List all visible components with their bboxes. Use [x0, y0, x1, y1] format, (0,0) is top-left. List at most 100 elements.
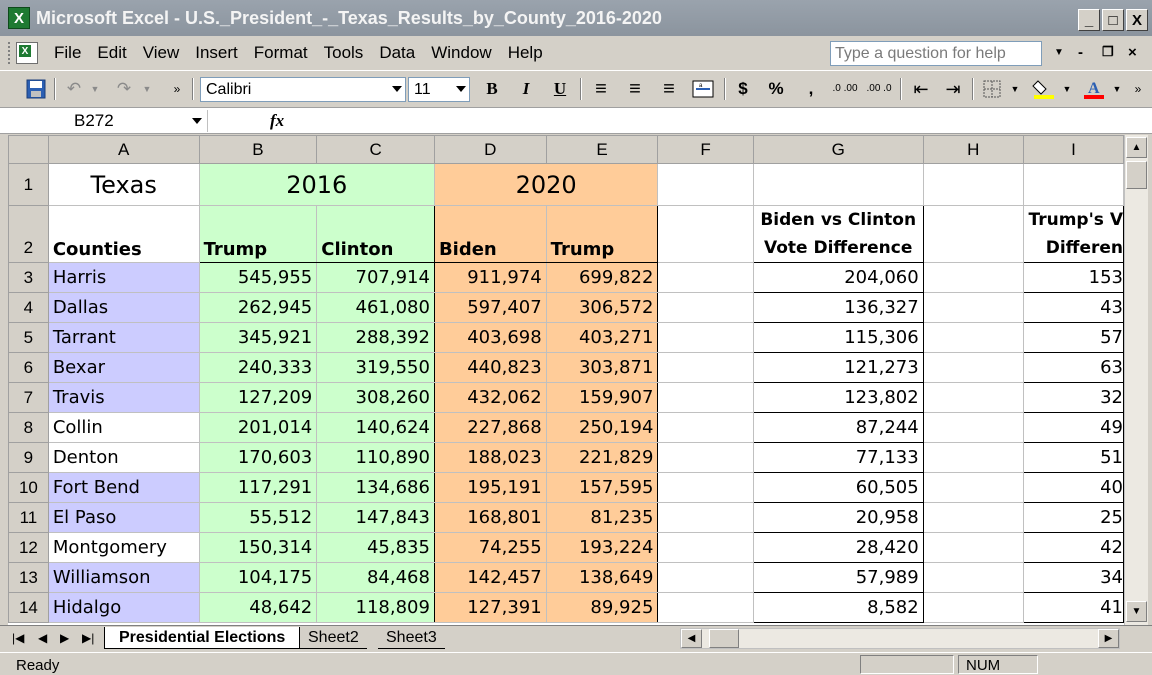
biden-clinton-diff-cell[interactable]: 28,420 [752, 532, 924, 563]
minimize-button[interactable]: _ [1078, 9, 1100, 31]
scroll-right-icon[interactable]: ▶ [1098, 629, 1119, 648]
biden-2020-cell[interactable]: 432,062 [433, 382, 547, 413]
row-header[interactable]: 11 [8, 502, 49, 533]
menu-window[interactable]: Window [431, 43, 491, 63]
county-cell[interactable]: Tarrant [47, 322, 200, 353]
county-cell[interactable]: Collin [47, 412, 200, 443]
document-icon[interactable] [16, 42, 38, 64]
empty-cell[interactable] [922, 352, 1024, 383]
menu-file[interactable]: File [54, 43, 81, 63]
biden-2020-cell[interactable]: 911,974 [433, 262, 547, 293]
trump-2016-cell[interactable]: 345,921 [198, 322, 318, 353]
county-cell[interactable]: Williamson [47, 562, 200, 593]
empty-cell[interactable] [657, 262, 754, 293]
font-color-dropdown-icon[interactable]: ▼ [1110, 77, 1124, 101]
column-header-g[interactable]: G [752, 135, 924, 164]
clinton-2016-cell[interactable]: 134,686 [316, 472, 435, 503]
font-name-select[interactable]: Calibri [200, 77, 406, 102]
empty-cell[interactable] [657, 352, 754, 383]
trump-2020-cell[interactable]: 306,572 [545, 292, 659, 323]
trump-2016-cell[interactable]: 150,314 [198, 532, 318, 563]
font-color-icon[interactable]: A [1080, 77, 1108, 101]
empty-cell[interactable] [657, 562, 754, 593]
row-header[interactable]: 1 [8, 163, 49, 206]
cell-h1[interactable] [922, 163, 1024, 206]
biden-clinton-diff-cell[interactable]: 20,958 [752, 502, 924, 533]
help-search-input[interactable]: Type a question for help [830, 41, 1042, 66]
row-header[interactable]: 2 [8, 205, 49, 263]
empty-cell[interactable] [657, 382, 754, 413]
name-box[interactable]: B272 [8, 110, 208, 132]
merge-center-icon[interactable]: a [690, 77, 716, 101]
toolbar-options-icon[interactable]: » [1130, 77, 1146, 101]
row-header[interactable]: 9 [8, 442, 49, 473]
biden-clinton-diff-cell[interactable]: 136,327 [752, 292, 924, 323]
save-icon[interactable] [24, 77, 48, 101]
empty-cell[interactable] [657, 442, 754, 473]
trump-2016-cell[interactable]: 127,209 [198, 382, 318, 413]
county-cell[interactable]: Fort Bend [47, 472, 200, 503]
empty-cell[interactable] [657, 322, 754, 353]
undo-icon[interactable]: ↶ [62, 77, 86, 101]
trump-2016-cell[interactable]: 262,945 [198, 292, 318, 323]
empty-cell[interactable] [922, 322, 1024, 353]
scroll-left-icon[interactable]: ◀ [681, 629, 702, 648]
county-cell[interactable]: Dallas [47, 292, 200, 323]
county-cell[interactable]: Travis [47, 382, 200, 413]
horizontal-scroll-thumb[interactable] [709, 629, 739, 648]
scroll-down-icon[interactable]: ▼ [1126, 601, 1147, 622]
undo-dropdown-icon[interactable]: ▼ [88, 77, 102, 101]
vertical-scroll-thumb[interactable] [1126, 161, 1147, 189]
fill-color-icon[interactable] [1030, 77, 1058, 101]
column-header-a[interactable]: A [47, 135, 200, 164]
trump-2020-cell[interactable]: 157,595 [545, 472, 659, 503]
menu-tools[interactable]: Tools [324, 43, 364, 63]
cell-g2[interactable]: Biden vs Clinton Vote Difference [752, 205, 924, 263]
biden-clinton-diff-cell[interactable]: 115,306 [752, 322, 924, 353]
font-size-select[interactable]: 11 [408, 77, 470, 102]
comma-style-button[interactable]: , [800, 77, 822, 101]
empty-cell[interactable] [922, 292, 1024, 323]
trump-2016-cell[interactable]: 55,512 [198, 502, 318, 533]
empty-cell[interactable] [657, 292, 754, 323]
cell-d1[interactable]: 2020 [433, 163, 659, 206]
menu-data[interactable]: Data [379, 43, 415, 63]
cell-h2[interactable] [922, 205, 1024, 263]
row-header[interactable]: 6 [8, 352, 49, 383]
next-sheet-icon[interactable]: ▶ [60, 631, 69, 645]
clinton-2016-cell[interactable]: 45,835 [316, 532, 435, 563]
toolbar-options-icon[interactable]: » [168, 77, 186, 101]
decrease-indent-icon[interactable]: ⇤ [908, 77, 934, 101]
clinton-2016-cell[interactable]: 147,843 [316, 502, 435, 533]
row-header[interactable]: 13 [8, 562, 49, 593]
menu-insert[interactable]: Insert [195, 43, 238, 63]
cell-e2[interactable]: Trump [545, 205, 659, 263]
clinton-2016-cell[interactable]: 110,890 [316, 442, 435, 473]
row-header[interactable]: 10 [8, 472, 49, 503]
trump-2020-cell[interactable]: 159,907 [545, 382, 659, 413]
redo-dropdown-icon[interactable]: ▼ [140, 77, 154, 101]
first-sheet-icon[interactable]: |◀ [12, 631, 24, 645]
empty-cell[interactable] [922, 442, 1024, 473]
tab-sheet3[interactable]: Sheet3 [378, 627, 445, 649]
trump-2020-cell[interactable]: 193,224 [545, 532, 659, 563]
clinton-2016-cell[interactable]: 707,914 [316, 262, 435, 293]
empty-cell[interactable] [922, 412, 1024, 443]
row-header[interactable]: 7 [8, 382, 49, 413]
trump-diff-cell[interactable]: 43 [1022, 292, 1124, 323]
percent-button[interactable]: % [764, 77, 788, 101]
menu-edit[interactable]: Edit [97, 43, 126, 63]
county-cell[interactable]: Montgomery [47, 532, 200, 563]
biden-clinton-diff-cell[interactable]: 204,060 [752, 262, 924, 293]
row-header[interactable]: 5 [8, 322, 49, 353]
trump-diff-cell[interactable]: 32 [1022, 382, 1124, 413]
row-header[interactable]: 12 [8, 532, 49, 563]
italic-button[interactable]: I [514, 77, 538, 101]
county-cell[interactable]: Denton [47, 442, 200, 473]
maximize-button[interactable]: □ [1102, 9, 1124, 31]
cell-a2[interactable]: Counties [47, 205, 200, 263]
empty-cell[interactable] [922, 502, 1024, 533]
row-header[interactable]: 4 [8, 292, 49, 323]
column-header-c[interactable]: C [316, 135, 435, 164]
menu-grip[interactable] [8, 42, 12, 64]
